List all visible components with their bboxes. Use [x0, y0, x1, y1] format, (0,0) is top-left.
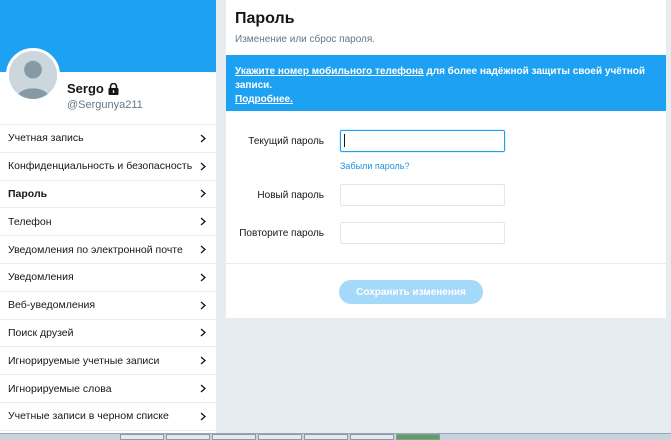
- sidebar-menu-item[interactable]: Уведомления по электронной почте: [0, 236, 216, 264]
- sidebar-menu-item[interactable]: Уведомления: [0, 264, 216, 292]
- sidebar-menu-item[interactable]: Телефон: [0, 208, 216, 237]
- taskbar-button[interactable]: [304, 434, 348, 440]
- chevron-right-icon: [200, 412, 206, 421]
- taskbar-button[interactable]: [258, 434, 302, 440]
- chevron-right-icon: [200, 162, 206, 171]
- learn-more-link[interactable]: Подробнее.: [235, 94, 293, 105]
- new-password-row: Новый пароль: [226, 184, 666, 206]
- lock-icon: [108, 82, 119, 95]
- sidebar-menu-item-label: Пароль: [8, 187, 48, 200]
- sidebar-menu-item-label: Уведомления: [8, 271, 74, 284]
- panel-header: Пароль Изменение или сброс пароля.: [226, 0, 666, 52]
- page-subtitle: Изменение или сброс пароля.: [235, 34, 376, 45]
- current-password-row: Текущий пароль: [226, 130, 666, 152]
- current-password-input[interactable]: [340, 130, 505, 152]
- profile-name[interactable]: Sergo: [67, 81, 104, 96]
- forgot-password-link[interactable]: Забыли пароль?: [340, 161, 409, 171]
- chevron-right-icon: [200, 217, 206, 226]
- repeat-password-row: Повторите пароль: [226, 222, 666, 244]
- chevron-right-icon: [200, 356, 206, 365]
- sidebar-menu-item[interactable]: Конфиденциальность и безопасность: [0, 153, 216, 181]
- chevron-right-icon: [200, 301, 206, 310]
- current-password-label: Текущий пароль: [248, 136, 324, 147]
- os-taskbar: [0, 433, 671, 440]
- password-settings-panel: Пароль Изменение или сброс пароля. Укажи…: [226, 0, 666, 318]
- taskbar-button[interactable]: [350, 434, 394, 440]
- avatar[interactable]: [6, 48, 60, 102]
- taskbar-button[interactable]: [166, 434, 210, 440]
- profile-name-row[interactable]: Sergo: [67, 81, 119, 96]
- phone-notice-banner: Укажите номер мобильного телефона для бо…: [226, 55, 666, 111]
- sidebar-menu-item-label: Телефон: [8, 215, 52, 228]
- profile-handle[interactable]: @Sergunya211: [67, 99, 143, 111]
- sidebar-menu-item[interactable]: Поиск друзей: [0, 320, 216, 348]
- taskbar-button[interactable]: [212, 434, 256, 440]
- chevron-right-icon: [200, 328, 206, 337]
- page-title: Пароль: [235, 10, 295, 27]
- sidebar-menu-item-label: Игнорируемые учетные записи: [8, 354, 160, 367]
- sidebar-menu-item-label: Поиск друзей: [8, 326, 74, 339]
- taskbar-button[interactable]: [120, 434, 164, 440]
- repeat-password-input[interactable]: [340, 222, 505, 244]
- sidebar-menu-item[interactable]: Веб-уведомления: [0, 292, 216, 320]
- sidebar-menu-item-label: Веб-уведомления: [8, 299, 96, 312]
- text-caret: [344, 134, 345, 147]
- sidebar-menu-item-label: Учетные записи в черном списке: [8, 410, 169, 423]
- sidebar-menu-item-label: Уведомления по электронной почте: [8, 243, 183, 256]
- sidebar-menu-item[interactable]: Игнорируемые слова: [0, 375, 216, 403]
- new-password-label: Новый пароль: [257, 190, 324, 201]
- sidebar-menu-item[interactable]: Учетная запись: [0, 125, 216, 153]
- add-phone-link[interactable]: Укажите номер мобильного телефона: [235, 66, 424, 77]
- sidebar-menu-item[interactable]: Учетные записи в черном списке: [0, 403, 216, 431]
- chevron-right-icon: [200, 273, 206, 282]
- chevron-right-icon: [200, 245, 206, 254]
- new-password-input[interactable]: [340, 184, 505, 206]
- taskbar-button[interactable]: [396, 434, 440, 440]
- sidebar-menu-item-label: Конфиденциальность и безопасность: [8, 160, 193, 173]
- sidebar-menu-item-label: Учетная запись: [8, 132, 84, 145]
- settings-sidebar: Sergo @Sergunya211 Учетная запись Конфиде…: [0, 0, 216, 436]
- default-avatar-icon: [9, 51, 57, 99]
- chevron-right-icon: [200, 384, 206, 393]
- sidebar-menu-item[interactable]: Игнорируемые учетные записи: [0, 347, 216, 376]
- sidebar-menu-item[interactable]: Пароль: [0, 181, 216, 209]
- settings-menu: Учетная запись Конфиденциальность и безоп…: [0, 124, 216, 431]
- repeat-password-label: Повторите пароль: [239, 228, 324, 239]
- sidebar-menu-item-label: Игнорируемые слова: [8, 382, 112, 395]
- form-divider: [226, 263, 666, 264]
- save-changes-button[interactable]: Сохранить изменения: [339, 280, 483, 304]
